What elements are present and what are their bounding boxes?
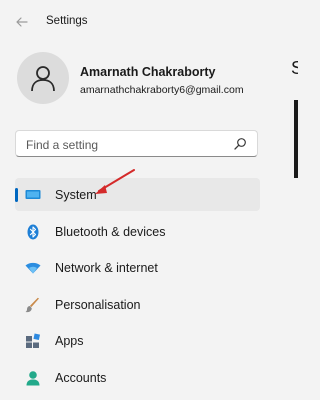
accounts-icon: [25, 370, 41, 386]
avatar[interactable]: [17, 52, 69, 104]
sidebar-item-label: System: [55, 188, 97, 202]
back-arrow-icon: [16, 17, 28, 27]
system-icon: [25, 187, 41, 203]
wifi-icon: [25, 260, 41, 276]
sidebar-item-bluetooth[interactable]: Bluetooth & devices: [15, 215, 260, 248]
user-profile[interactable]: Amarnath Chakraborty amarnathchakraborty…: [17, 52, 287, 108]
sidebar-item-network[interactable]: Network & internet: [15, 251, 260, 284]
app-title: Settings: [46, 15, 88, 27]
page-heading-fragment: S: [291, 58, 298, 78]
user-icon: [31, 66, 55, 92]
sidebar-item-label: Bluetooth & devices: [55, 225, 166, 239]
title-bar: Settings: [0, 0, 298, 44]
sidebar-item-label: Personalisation: [55, 298, 141, 312]
sidebar-item-apps[interactable]: Apps: [15, 324, 260, 357]
bluetooth-icon: [25, 224, 41, 240]
sidebar-item-accounts[interactable]: Accounts: [15, 361, 260, 394]
selection-indicator: [15, 188, 18, 202]
apps-icon: [25, 333, 41, 349]
search-input[interactable]: [24, 135, 228, 155]
settings-window: Settings Amarnath Chakraborty amarnathch…: [0, 0, 298, 400]
sidebar-item-personalisation[interactable]: Personalisation: [15, 288, 260, 321]
brush-icon: [25, 297, 41, 313]
sidebar-item-label: Apps: [55, 334, 84, 348]
content-edge: [294, 100, 298, 178]
sidebar-item-label: Accounts: [55, 371, 107, 385]
sidebar-item-system[interactable]: System: [15, 178, 260, 211]
user-email: amarnathchakraborty6@gmail.com: [80, 84, 244, 96]
user-name: Amarnath Chakraborty: [80, 65, 216, 79]
sidebar-item-label: Network & internet: [55, 261, 158, 275]
search-box[interactable]: [15, 130, 258, 157]
search-icon[interactable]: [233, 137, 247, 151]
back-button[interactable]: [12, 12, 32, 32]
